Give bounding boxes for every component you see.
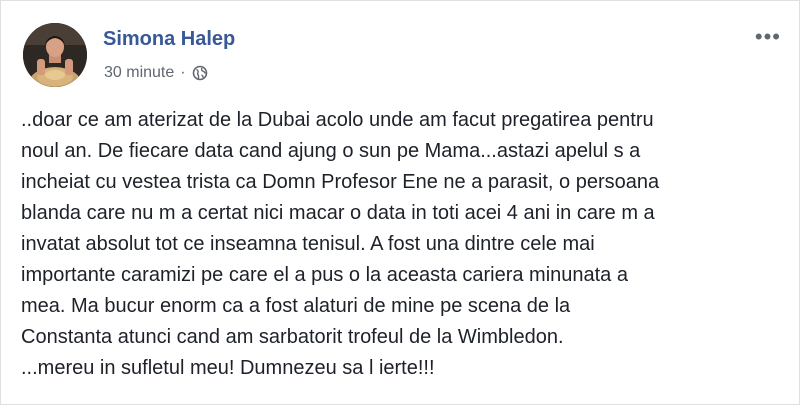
facebook-post: Simona Halep 30 minute · ••• ..doar ce a…: [0, 0, 800, 405]
more-options-icon[interactable]: •••: [755, 26, 781, 48]
post-line: noul an. De fiecare data cand ajung o su…: [21, 140, 641, 162]
post-line: ..doar ce am aterizat de la Dubai acolo …: [21, 109, 654, 131]
post-line: mea. Ma bucur enorm ca a fost alaturi de…: [21, 295, 571, 317]
post-line: importante caramizi pe care el a pus o l…: [21, 264, 628, 286]
globe-icon[interactable]: [192, 65, 208, 81]
post-line: incheiat cu vestea trista ca Domn Profes…: [21, 171, 660, 193]
post-line: invatat absolut tot ce inseamna tenisul.…: [21, 233, 595, 255]
author-name[interactable]: Simona Halep: [103, 28, 235, 51]
meta-separator: ·: [180, 64, 186, 81]
post-meta: 30 minute ·: [104, 64, 208, 82]
post-body: ..doar ce am aterizat de la Dubai acolo …: [21, 105, 786, 384]
author-avatar[interactable]: [23, 23, 87, 87]
post-timestamp[interactable]: 30 minute: [104, 64, 174, 82]
post-line: ...mereu in sufletul meu! Dumnezeu sa l …: [21, 357, 435, 379]
avatar-photo: [23, 23, 87, 87]
post-line: Constanta atunci cand am sarbatorit trof…: [21, 326, 564, 348]
post-line: blanda care nu m a certat nici macar o d…: [21, 202, 655, 224]
